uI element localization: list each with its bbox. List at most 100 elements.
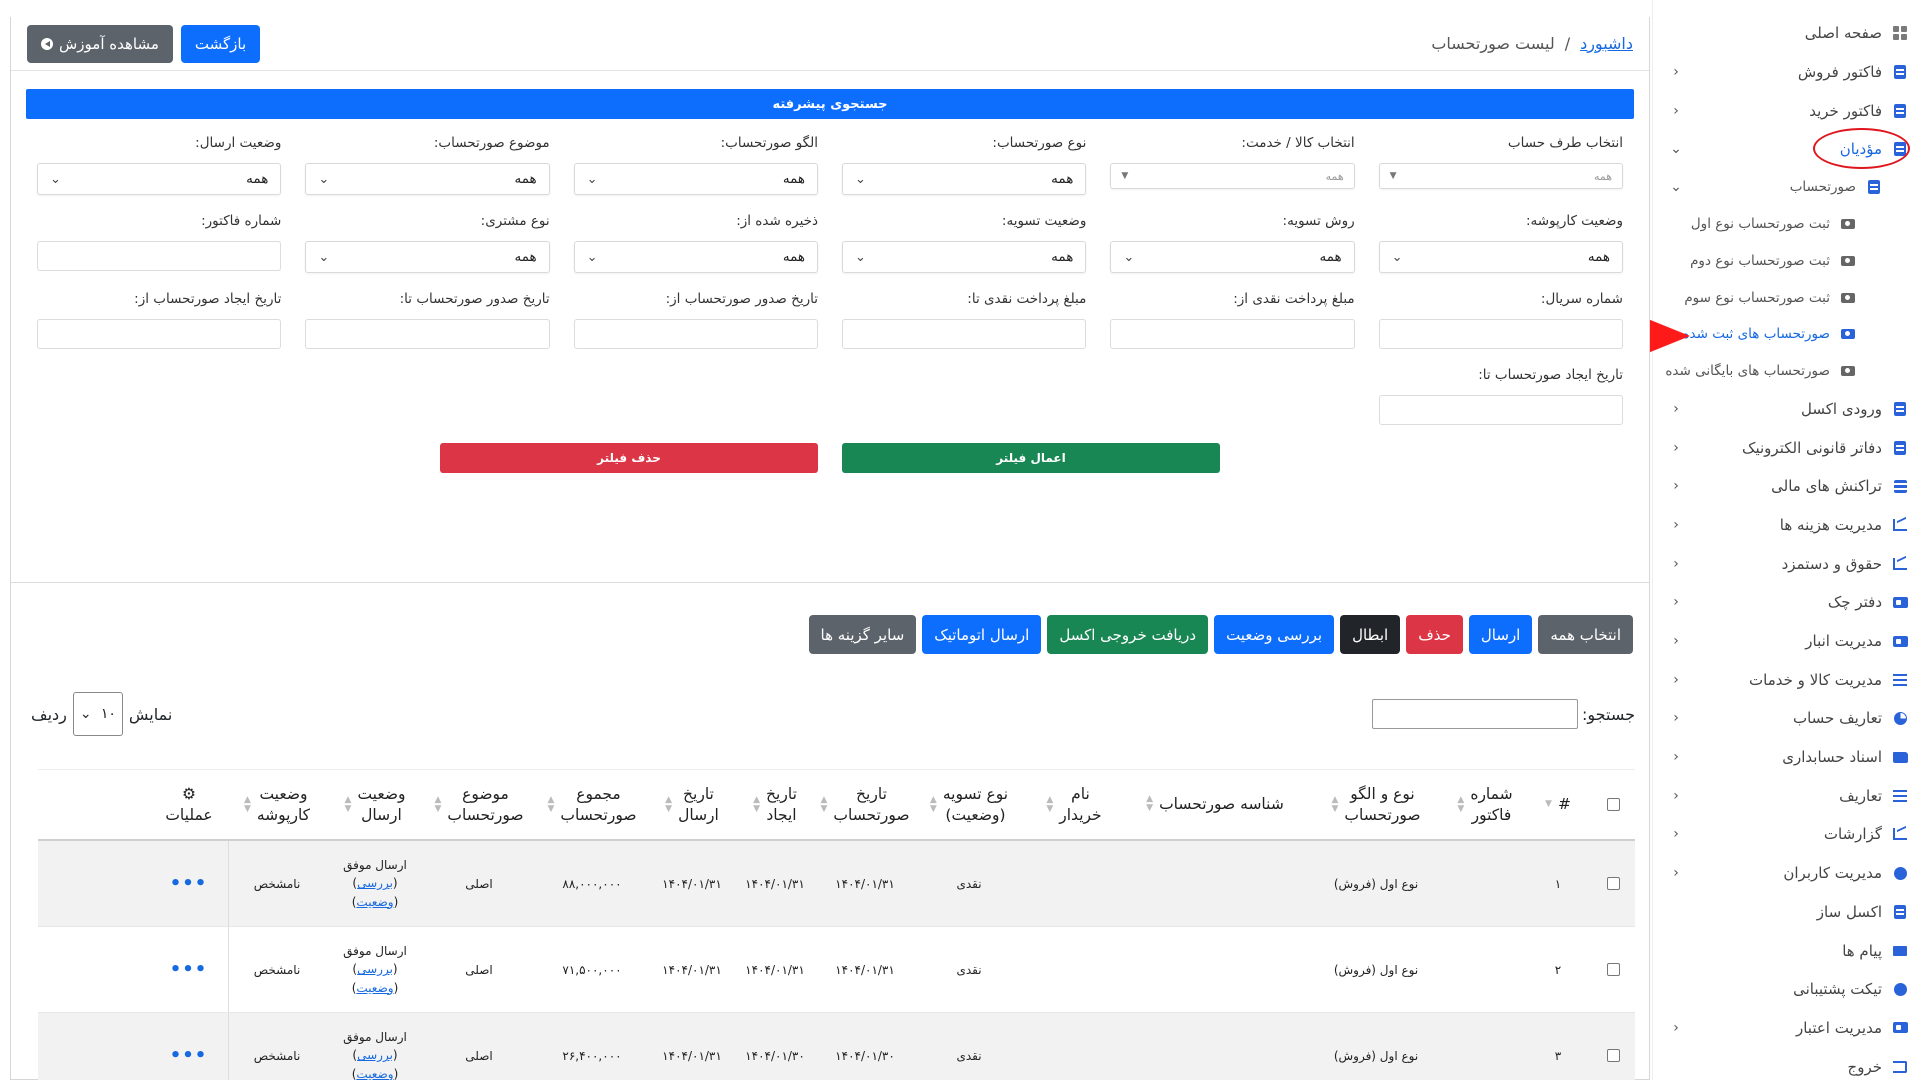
sidebar-item-2[interactable]: فاکتور خرید ‹ — [1653, 91, 1920, 130]
sidebar-item-8[interactable]: صورتحساب های ثبت شده — [1653, 316, 1920, 353]
header-create-date[interactable]: تاریخ ایجاد ▲ ▼ — [733, 784, 817, 826]
cell-subject: اصلی — [465, 876, 493, 891]
filter-select[interactable]: همه ⌄ — [573, 163, 819, 195]
sidebar-item-7[interactable]: ثبت صورتحساب نوع سوم — [1653, 279, 1920, 316]
page-size-select[interactable]: ۱۰ ⌄ — [72, 692, 123, 736]
cell-issue-date: ۱۴۰۴/۰۱/۳۰ — [835, 1048, 895, 1063]
sidebar-item-23[interactable]: اکسل ساز — [1653, 892, 1920, 931]
select-all-button[interactable]: انتخاب همه — [1538, 615, 1633, 654]
sidebar-item-1[interactable]: فاکتور فروش ‹ — [1653, 53, 1920, 92]
document-icon — [1892, 904, 1908, 920]
row-checkbox[interactable] — [1606, 1049, 1620, 1062]
chart-icon — [1892, 826, 1908, 842]
send-button[interactable]: ارسال — [1468, 615, 1533, 654]
header-send-date[interactable]: تاریخ ارسال ▲ ▼ — [651, 784, 733, 826]
search-input[interactable] — [1372, 699, 1579, 729]
filter-select[interactable]: همه ▼ — [1378, 163, 1623, 189]
sidebar-item-21[interactable]: گزارشات ‹ — [1653, 815, 1920, 854]
filter-select[interactable]: همه ⌄ — [37, 163, 282, 195]
header-tax-id[interactable]: شناسه صورتحساب ▲ ▼ — [1123, 794, 1307, 815]
check-status-button[interactable]: بررسی وضعیت — [1214, 615, 1335, 654]
sidebar-item-11[interactable]: دفاتر قانونی الکترونیک ‹ — [1653, 428, 1920, 467]
sidebar-item-24[interactable]: پیام ها — [1653, 931, 1920, 970]
watch-tutorial-button[interactable]: مشاهده آموزش — [27, 24, 173, 63]
table-row: ۲ نوع اول (فروش) نقدی ۱۴۰۴/۰۱/۳۱ ۱۴۰۴/۰۱/۳۱ ۱… — [38, 927, 1635, 1013]
filter-input[interactable] — [305, 319, 550, 349]
sidebar-item-18[interactable]: تعاریف حساب ‹ — [1653, 699, 1920, 738]
review-link[interactable]: بررسی — [357, 962, 393, 976]
sidebar-item-19[interactable]: اسناد حسابداری ‹ — [1653, 738, 1920, 777]
header-num[interactable]: # ▼ — [1525, 794, 1591, 815]
filter-input[interactable] — [573, 319, 819, 349]
sidebar-item-17[interactable]: مدیریت کالا و خدمات ‹ — [1653, 660, 1920, 699]
sidebar-item-12[interactable]: تراکنش های مالی ‹ — [1653, 467, 1920, 506]
filter-select[interactable]: همه ⌄ — [573, 241, 819, 273]
sidebar-item-15[interactable]: دفتر چک ‹ — [1653, 583, 1920, 622]
filter-input[interactable] — [1378, 395, 1623, 425]
advanced-search-bar[interactable]: جستجوی پیشرفته — [26, 89, 1634, 119]
header-invoice-no[interactable]: شماره فاکتور ▲ ▼ — [1445, 784, 1525, 826]
back-button[interactable]: بازگشت — [180, 24, 261, 63]
sidebar-item-22[interactable]: مدیریت کاربران ‹ — [1653, 854, 1920, 893]
header-total[interactable]: مجموع صورتحساب ▲ ▼ — [533, 784, 651, 826]
cell-num: ۲ — [1554, 962, 1562, 977]
sidebar-item-26[interactable]: مدیریت اعتبار ‹ — [1653, 1009, 1920, 1048]
header-buyer[interactable]: نام خریدار ▲ ▼ — [1025, 784, 1123, 826]
status-link[interactable]: وضعیت — [356, 1067, 393, 1080]
breadcrumb-dashboard-link[interactable]: داشبورد — [1580, 34, 1633, 53]
auto-send-button[interactable]: ارسال اتوماتیک — [922, 615, 1042, 654]
cancel-invoice-button[interactable]: ابطال — [1340, 615, 1401, 654]
header-send-status[interactable]: وضعیت ارسال ▲ ▼ — [325, 784, 425, 826]
header-select-all-checkbox[interactable] — [1591, 798, 1635, 811]
filter-select[interactable]: همه ⌄ — [305, 241, 550, 273]
cell-cartable: نامشخص — [253, 962, 301, 977]
filter-select[interactable]: همه ⌄ — [842, 241, 1087, 273]
chevron-left-icon: ‹ — [1673, 516, 1679, 533]
row-checkbox[interactable] — [1606, 877, 1620, 890]
filter-select[interactable]: همه ⌄ — [1378, 241, 1623, 273]
status-link[interactable]: وضعیت — [356, 895, 393, 909]
sidebar-item-10[interactable]: ورودی اکسل ‹ — [1653, 390, 1920, 429]
status-link[interactable]: وضعیت — [356, 981, 393, 995]
excel-export-button[interactable]: دریافت خروجی اکسل — [1047, 615, 1209, 654]
clear-filter-button[interactable]: حذف فیلتر — [440, 443, 818, 473]
row-checkbox[interactable] — [1606, 963, 1620, 976]
more-actions-icon[interactable]: ••• — [170, 873, 208, 894]
header-type[interactable]: نوع و الگو صورتحساب ▲ ▼ — [1307, 784, 1445, 826]
filter-input[interactable] — [1378, 319, 1623, 349]
apply-filter-button[interactable]: اعمال فیلتر — [842, 443, 1220, 473]
filter-label: انتخاب کالا / خدمت: — [1241, 135, 1355, 151]
filter-input[interactable] — [842, 319, 1087, 349]
header-subject[interactable]: موضوع صورتحساب ▲ ▼ — [425, 784, 533, 826]
filter-select[interactable]: همه ⌄ — [1110, 241, 1355, 273]
filter-select[interactable]: همه ⌄ — [305, 163, 550, 195]
header-settlement[interactable]: نوع تسویه (وضعیت) ▲ ▼ — [913, 784, 1025, 826]
sidebar-item-25[interactable]: تیکت پشتیبانی — [1653, 970, 1920, 1009]
more-options-button[interactable]: سایر گزینه ها — [808, 615, 917, 654]
sidebar-item-3[interactable]: مؤدیان ⌄ — [1653, 130, 1920, 169]
sidebar-item-4[interactable]: صورتحساب ⌄ — [1653, 169, 1920, 206]
more-actions-icon[interactable]: ••• — [170, 1045, 208, 1066]
filter-select[interactable]: همه ▼ — [1110, 163, 1355, 189]
filter-input[interactable] — [37, 319, 282, 349]
header-issue-date[interactable]: تاریخ صورتحساب ▲ ▼ — [817, 784, 913, 826]
sidebar-item-14[interactable]: حقوق و دستمزد ‹ — [1653, 544, 1920, 583]
delete-button[interactable]: حذف — [1406, 615, 1463, 654]
sidebar-item-9[interactable]: صورتحساب های بایگانی شده — [1653, 353, 1920, 390]
sidebar-item-6[interactable]: ثبت صورتحساب نوع دوم — [1653, 242, 1920, 279]
filter-input[interactable] — [37, 241, 282, 271]
more-actions-icon[interactable]: ••• — [170, 959, 208, 980]
filter-select[interactable]: همه ⌄ — [842, 163, 1087, 195]
sidebar-item-20[interactable]: تعاریف ‹ — [1653, 776, 1920, 815]
sidebar-item-16[interactable]: مدیریت انبار ‹ — [1653, 622, 1920, 661]
sidebar-item-13[interactable]: مدیریت هزینه ها ‹ — [1653, 506, 1920, 545]
sidebar-item-5[interactable]: ثبت صورتحساب نوع اول — [1653, 206, 1920, 243]
sidebar-item-0[interactable]: صفحه اصلی — [1653, 14, 1920, 53]
header-cartable-status[interactable]: وضعیت کارپوشه ▲ ▼ — [229, 784, 325, 826]
users-icon — [1892, 865, 1908, 881]
filter-input[interactable] — [1110, 319, 1355, 349]
sidebar-item-27[interactable]: خروج — [1653, 1047, 1920, 1080]
table-row: ۳ نوع اول (فروش) نقدی ۱۴۰۴/۰۱/۳۰ ۱۴۰۴/۰۱/۳۰ ۱… — [38, 1013, 1635, 1080]
review-link[interactable]: بررسی — [357, 1048, 393, 1062]
review-link[interactable]: بررسی — [357, 876, 393, 890]
